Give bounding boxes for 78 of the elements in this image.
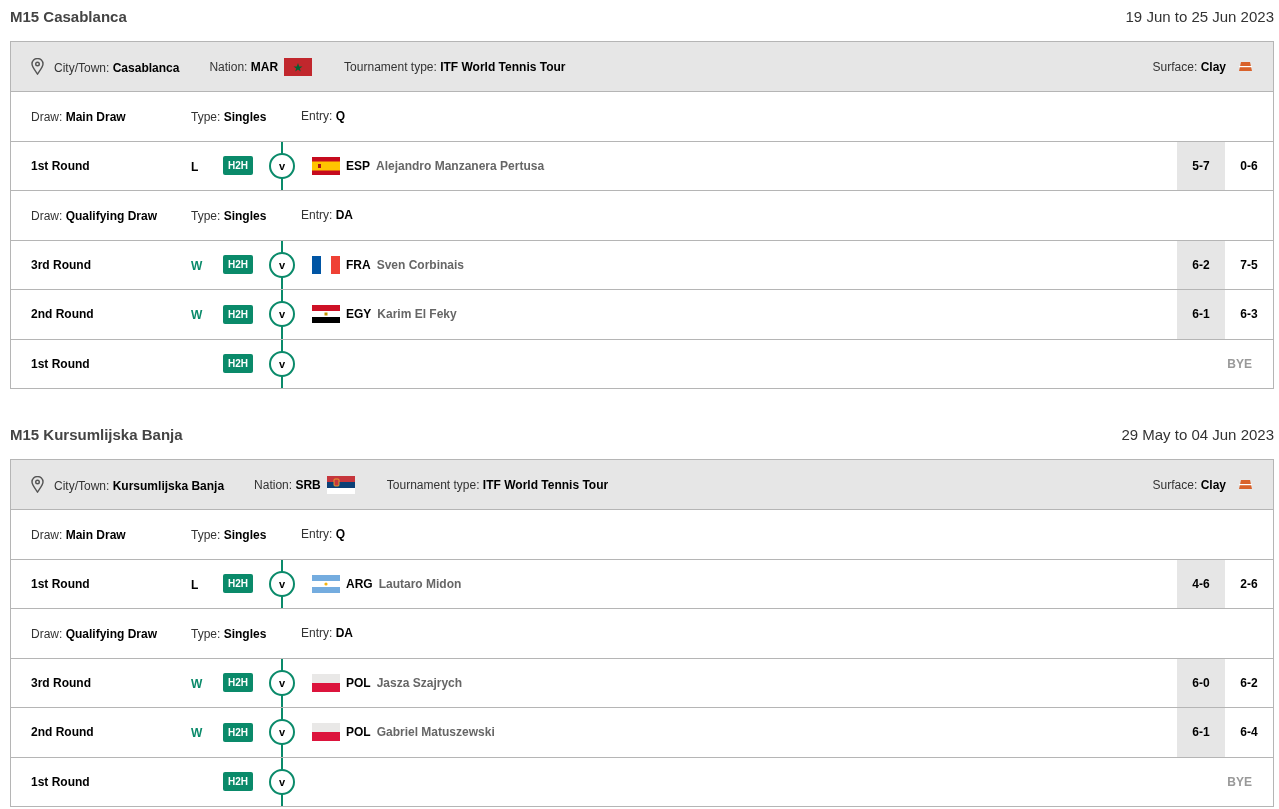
set-score: 6-1: [1177, 708, 1225, 757]
result-label: L: [191, 159, 199, 174]
tournament-dates: 29 May to 04 Jun 2023: [1121, 425, 1274, 445]
flag-icon: [312, 673, 340, 692]
draw-label: Draw: Main Draw: [31, 528, 126, 543]
set-score: 6-1: [1177, 290, 1225, 339]
flag-icon: [326, 475, 355, 494]
round-label: 1st Round: [31, 773, 91, 791]
country-code: FRA: [346, 256, 371, 274]
result-label: W: [191, 308, 203, 323]
h2h-button[interactable]: H2H: [223, 574, 253, 594]
opponent-link[interactable]: Karim El Feky: [377, 305, 457, 324]
city-label: City/Town: Casablanca: [54, 60, 180, 75]
entry-label: Entry: DA: [301, 207, 354, 225]
set-score: 6-2: [1177, 240, 1225, 289]
nation-label: Nation: MAR: [209, 58, 279, 76]
round-label: 2nd Round: [31, 306, 95, 324]
country-code: EGY: [346, 306, 372, 324]
round-label: 2nd Round: [31, 724, 95, 742]
draw-label: Draw: Main Draw: [31, 110, 126, 125]
type-label: Type: Singles: [191, 110, 267, 125]
result-label: W: [191, 676, 203, 691]
round-label: 1st Round: [31, 157, 91, 175]
tournament-type-label: Tournament type: ITF World Tennis Tour: [344, 58, 566, 76]
h2h-button[interactable]: H2H: [223, 772, 253, 792]
location-pin-icon: [31, 58, 44, 75]
result-label: W: [191, 258, 203, 273]
entry-label: Entry: Q: [301, 108, 346, 126]
bye-label: BYE: [1227, 355, 1252, 373]
flag-icon: [312, 723, 340, 742]
flag-icon: [312, 305, 340, 324]
tournament-type-label: Tournament type: ITF World Tennis Tour: [386, 476, 609, 494]
tournament-title: M15 Casablanca: [10, 7, 127, 27]
type-label: Type: Singles: [191, 627, 267, 642]
tournament-title: M15 Kursumlijska Banja: [10, 425, 183, 445]
round-label: 3rd Round: [31, 674, 92, 692]
surface-label: Surface: Clay: [1152, 476, 1226, 494]
h2h-button[interactable]: H2H: [223, 722, 253, 742]
set-score: 5-7: [1177, 141, 1225, 190]
surface-label: Surface: Clay: [1152, 58, 1226, 76]
h2h-button[interactable]: H2H: [223, 255, 253, 275]
result-label: W: [191, 726, 203, 741]
opponent-link[interactable]: Sven Corbinais: [376, 255, 465, 274]
nation-label: Nation: SRB: [254, 476, 321, 494]
flag-icon: [312, 156, 340, 175]
opponent-link[interactable]: Alejandro Manzanera Pertusa: [376, 156, 545, 175]
draw-label: Draw: Qualifying Draw: [31, 209, 158, 224]
country-code: ARG: [346, 575, 373, 593]
entry-label: Entry: Q: [301, 526, 346, 544]
flag-icon: [312, 574, 340, 593]
h2h-button[interactable]: H2H: [223, 156, 253, 176]
clay-court-icon: [1238, 61, 1253, 72]
opponent-link[interactable]: Gabriel Matuszewski: [376, 723, 495, 742]
flag-icon: [284, 57, 313, 76]
opponent-link[interactable]: Lautaro Midon: [378, 574, 462, 593]
type-label: Type: Singles: [191, 528, 267, 543]
h2h-button[interactable]: H2H: [223, 354, 253, 374]
country-code: ESP: [346, 157, 370, 175]
clay-court-icon: [1238, 479, 1253, 490]
country-code: POL: [346, 724, 371, 742]
opponent-link[interactable]: Jasza Szajrych: [376, 673, 463, 692]
round-label: 1st Round: [31, 355, 91, 373]
round-label: 3rd Round: [31, 256, 92, 274]
set-score: 6-0: [1177, 658, 1225, 707]
city-label: City/Town: Kursumlijska Banja: [54, 478, 225, 493]
bye-label: BYE: [1227, 773, 1252, 791]
entry-label: Entry: DA: [301, 625, 354, 643]
h2h-button[interactable]: H2H: [223, 304, 253, 324]
type-label: Type: Singles: [191, 209, 267, 224]
tournament-dates: 19 Jun to 25 Jun 2023: [1125, 7, 1274, 27]
location-pin-icon: [31, 476, 44, 493]
set-score: 4-6: [1177, 559, 1225, 608]
result-label: L: [191, 577, 199, 592]
flag-icon: [312, 255, 340, 274]
draw-label: Draw: Qualifying Draw: [31, 627, 158, 642]
h2h-button[interactable]: H2H: [223, 673, 253, 693]
round-label: 1st Round: [31, 575, 91, 593]
country-code: POL: [346, 674, 371, 692]
